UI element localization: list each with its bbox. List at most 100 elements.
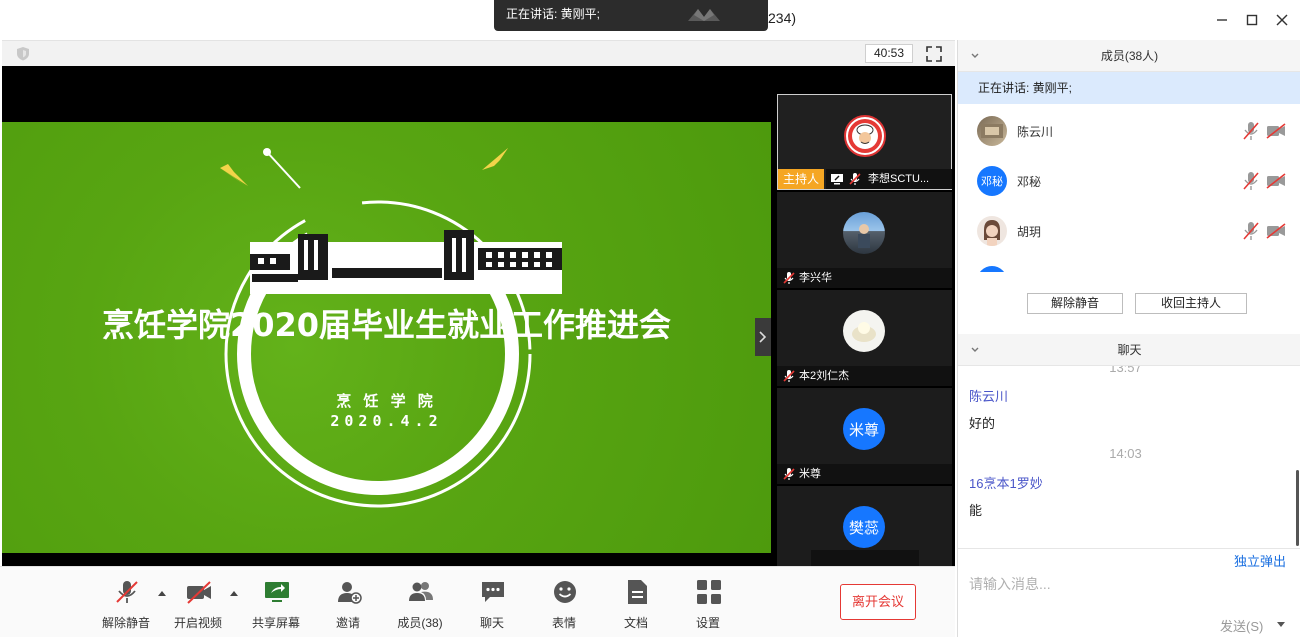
member-row[interactable]	[958, 257, 1300, 272]
members-header-label: 成员(38人)	[1100, 49, 1159, 63]
thumbnail-tile[interactable]: 樊蕊	[777, 486, 952, 566]
chat-icon	[482, 582, 504, 602]
thumbnail-name: 本2刘仁杰	[799, 370, 850, 382]
smiley-icon	[554, 581, 576, 603]
avatar	[843, 212, 885, 254]
thumbnail-label: 李想SCTU...	[826, 169, 952, 189]
chat-timestamp: 14:03	[1109, 446, 1142, 461]
chat-message: 好的	[969, 416, 996, 431]
share-screen-icon	[265, 582, 289, 602]
expand-thumbnails-button[interactable]	[755, 318, 771, 356]
camera-off-icon[interactable]	[1266, 123, 1286, 139]
send-button[interactable]: 发送(S)	[1220, 616, 1263, 635]
thumbnail-tile[interactable]: 李兴华	[777, 192, 952, 288]
mic-muted-icon[interactable]	[1243, 221, 1259, 241]
chat-timestamp: 13:57	[1109, 366, 1142, 375]
chat-button[interactable]: 聊天	[460, 577, 524, 630]
mic-muted-icon[interactable]	[1243, 171, 1259, 191]
chat-header[interactable]: 聊天	[958, 334, 1300, 366]
member-row[interactable]: 邓秘 邓秘	[958, 157, 1300, 207]
slide-date: 2020.4.2	[330, 412, 443, 430]
member-name: 邓秘	[1017, 175, 1042, 189]
fullscreen-icon[interactable]	[925, 45, 943, 63]
start-video-button[interactable]: 开启视频	[166, 577, 230, 630]
minimize-button[interactable]	[1212, 10, 1232, 30]
slide-org: 烹 饪 学 院	[336, 393, 437, 410]
thumbnail-label	[811, 550, 919, 566]
avatar	[977, 266, 1007, 272]
meeting-timer: 40:53	[865, 44, 913, 63]
speaking-indicator: 正在讲话: 黄刚平;	[958, 72, 1300, 104]
maximize-button[interactable]	[1242, 10, 1262, 30]
window-titlebar: 正在讲话: 黄刚平; 234)	[0, 0, 1300, 40]
reactions-label: 表情	[551, 616, 576, 630]
video-topbar: 40:53	[2, 40, 955, 66]
thumbnail-label: 李兴华	[777, 268, 952, 288]
unmute-all-button[interactable]: 解除静音	[1027, 293, 1123, 314]
popout-chat-link[interactable]: 独立弹出	[1234, 551, 1286, 570]
members-button[interactable]: 成员(38)	[388, 577, 452, 630]
chat-sender[interactable]: 陈云川	[969, 386, 1008, 405]
meeting-toolbar: 解除静音 开启视频 共享屏幕 邀请 成员(38) 聊天 表情 文档 设置 离开会…	[0, 566, 955, 637]
leave-meeting-button[interactable]: 离开会议	[840, 584, 916, 620]
unmute-label: 解除静音	[101, 616, 150, 630]
chevron-down-icon	[971, 53, 979, 58]
chef-logo-icon	[848, 119, 882, 153]
members-label: 成员(38)	[397, 616, 443, 630]
mic-muted-icon	[783, 272, 795, 284]
photo-object-icon	[852, 322, 876, 342]
photo-person-icon	[981, 124, 1003, 138]
shared-slide: 烹饪学院2020届毕业生就业工作推进会 烹 饪 学 院 2020.4.2	[2, 122, 771, 553]
docs-button[interactable]: 文档	[604, 577, 668, 630]
chat-sender[interactable]: 16烹本1罗妙	[969, 473, 1043, 492]
thumbnail-tile[interactable]: 米尊 米尊	[777, 388, 952, 484]
share-screen-button[interactable]: 共享屏幕	[244, 577, 308, 630]
avatar: 樊蕊	[843, 506, 885, 548]
video-stage: 烹饪学院2020届毕业生就业工作推进会 烹 饪 学 院 2020.4.2 主持人	[2, 66, 955, 566]
slide-title: 烹饪学院2020届毕业生就业工作推进会	[101, 306, 672, 344]
shield-icon[interactable]	[16, 46, 30, 61]
invite-button[interactable]: 邀请	[316, 577, 380, 630]
window-title: 234)	[768, 10, 797, 26]
thumbnail-name: 李兴华	[799, 272, 832, 284]
users-icon	[409, 582, 433, 601]
photo-face-icon	[984, 220, 1000, 246]
camera-off-icon[interactable]	[1266, 223, 1286, 239]
thumbnail-name: 李想SCTU...	[868, 173, 930, 185]
chevron-down-icon	[971, 347, 979, 352]
mic-muted-icon	[116, 581, 138, 603]
thumbnail-label: 本2刘仁杰	[777, 366, 952, 386]
thumbnail-tile[interactable]: 主持人 李想SCTU...	[777, 94, 952, 190]
chat-header-label: 聊天	[1117, 343, 1142, 357]
add-user-icon	[338, 582, 362, 604]
close-window-button[interactable]	[1272, 10, 1292, 30]
reactions-button[interactable]: 表情	[532, 577, 596, 630]
camera-off-icon[interactable]	[1266, 173, 1286, 189]
chat-message: 能	[969, 503, 983, 518]
chat-scrollbar[interactable]	[1296, 470, 1299, 546]
camera-off-icon	[187, 581, 211, 604]
settings-button[interactable]: 设置	[676, 577, 740, 630]
caret-down-icon[interactable]	[1276, 621, 1286, 629]
share-screen-label: 共享屏幕	[251, 616, 300, 630]
member-row[interactable]: 胡玥	[958, 207, 1300, 257]
settings-label: 设置	[695, 616, 720, 630]
document-icon	[628, 580, 647, 604]
avatar	[843, 310, 885, 352]
thumbnail-tile[interactable]: 本2刘仁杰	[777, 290, 952, 386]
maximize-icon	[1246, 14, 1258, 26]
caret-up-icon[interactable]	[229, 589, 239, 597]
screen-share-icon	[831, 174, 843, 185]
member-row[interactable]: 陈云川	[958, 107, 1300, 157]
mic-muted-icon[interactable]	[1243, 121, 1259, 141]
members-header[interactable]: 成员(38人)	[958, 40, 1300, 72]
close-icon	[1276, 14, 1288, 26]
thumbnail-label: 米尊	[777, 464, 952, 484]
docs-label: 文档	[623, 616, 648, 630]
unmute-button[interactable]: 解除静音	[94, 577, 158, 630]
minimize-icon	[1217, 19, 1227, 21]
reclaim-host-button[interactable]: 收回主持人	[1135, 293, 1247, 314]
photo-person-icon	[858, 224, 870, 248]
avatar	[844, 115, 886, 157]
start-video-label: 开启视频	[173, 616, 222, 630]
